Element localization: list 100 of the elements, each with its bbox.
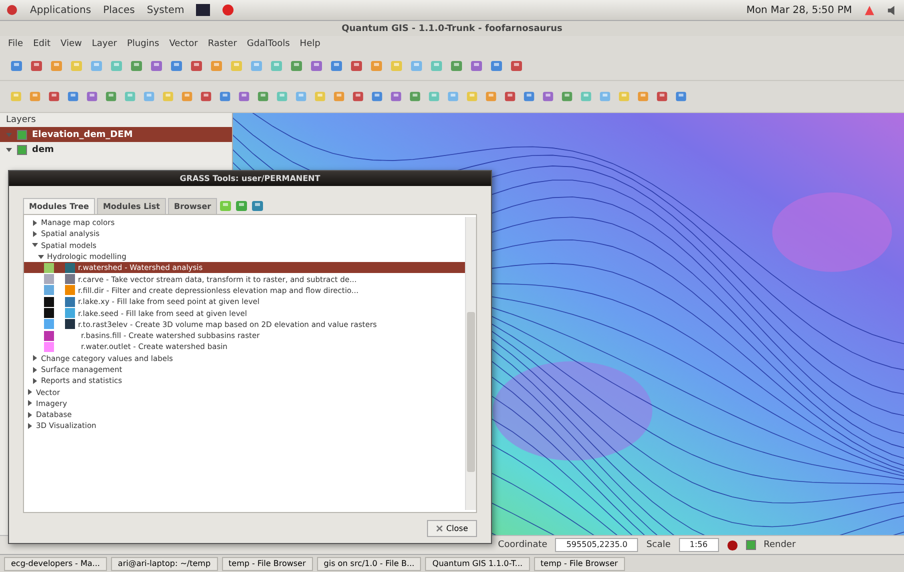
toolbar-icon[interactable] (130, 59, 144, 73)
panel-menu[interactable]: Places (103, 4, 135, 16)
taskbar-button[interactable]: temp - File Browser (534, 556, 625, 570)
toolbar-icon[interactable] (230, 59, 244, 73)
toolbar-icon[interactable] (29, 90, 42, 103)
toolbar-icon[interactable] (656, 90, 669, 103)
menu-item[interactable]: Help (300, 39, 320, 49)
toolbar-icon[interactable] (276, 90, 289, 103)
toolbar-icon[interactable] (48, 90, 61, 103)
toolbar-icon[interactable] (447, 90, 460, 103)
toolbar-icon[interactable] (124, 90, 137, 103)
toolbar-icon[interactable] (523, 90, 536, 103)
toolbar-icon[interactable] (200, 90, 213, 103)
toolbar-icon[interactable] (162, 90, 175, 103)
toolbar-icon[interactable] (190, 59, 204, 73)
toolbar-icon[interactable] (30, 59, 44, 73)
toolbar-icon[interactable] (410, 59, 424, 73)
toolbar-icon[interactable] (219, 90, 232, 103)
toolbar-icon[interactable] (485, 90, 498, 103)
toolbar-icon[interactable] (86, 90, 99, 103)
toolbar-icon[interactable] (390, 59, 404, 73)
toolbar-icon[interactable] (238, 90, 251, 103)
toolbar-icon[interactable] (90, 59, 104, 73)
tab[interactable]: Browser (168, 198, 218, 214)
toolbar-icon[interactable] (390, 90, 403, 103)
toolbar-icon[interactable] (235, 199, 250, 213)
toolbar-icon[interactable] (219, 199, 234, 213)
toolbar-icon[interactable] (409, 90, 422, 103)
layer-checkbox[interactable] (17, 144, 27, 154)
taskbar-button[interactable]: ecg-developers - Ma... (4, 556, 107, 570)
toolbar-icon[interactable] (370, 59, 384, 73)
toolbar-icon[interactable] (350, 59, 364, 73)
toolbar-icon[interactable] (314, 90, 327, 103)
warning-icon[interactable] (864, 4, 875, 16)
coordinate-field[interactable]: 595505,2235.0 (555, 538, 638, 552)
layer-row[interactable]: Elevation_dem_DEM (0, 127, 232, 142)
layer-checkbox[interactable] (17, 130, 27, 140)
toolbar-icon[interactable] (599, 90, 612, 103)
toolbar-icon[interactable] (510, 59, 524, 73)
toolbar-icon[interactable] (250, 59, 264, 73)
panel-menu[interactable]: Applications (30, 4, 92, 16)
toolbar-icon[interactable] (10, 90, 23, 103)
toolbar-icon[interactable] (105, 90, 118, 103)
toolbar-icon[interactable] (470, 59, 484, 73)
menu-item[interactable]: File (8, 39, 24, 49)
menu-item[interactable]: Raster (208, 39, 237, 49)
menu-item[interactable]: Plugins (126, 39, 160, 49)
toolbar-icon[interactable] (561, 90, 574, 103)
toolbar-icon[interactable] (450, 59, 464, 73)
menu-item[interactable]: GdalTools (246, 39, 290, 49)
taskbar-button[interactable]: temp - File Browser (222, 556, 313, 570)
taskbar-button[interactable]: Quantum GIS 1.1.0-T... (425, 556, 530, 570)
toolbar-icon[interactable] (67, 90, 80, 103)
toolbar-icon[interactable] (50, 59, 64, 73)
toolbar-icon[interactable] (430, 59, 444, 73)
toolbar-icon[interactable] (295, 90, 308, 103)
tab[interactable]: Modules List (96, 198, 166, 214)
scrollbar[interactable] (465, 217, 476, 510)
taskbar-button[interactable]: gis on src/1.0 - File B... (316, 556, 422, 570)
toolbar-icon[interactable] (310, 59, 324, 73)
toolbar-icon[interactable] (290, 59, 304, 73)
expanded-arrow-icon[interactable] (6, 146, 12, 152)
panel-menu[interactable]: System (146, 4, 184, 16)
menu-item[interactable]: Edit (33, 39, 50, 49)
toolbar-icon[interactable] (181, 90, 194, 103)
toolbar-icon[interactable] (150, 59, 164, 73)
toolbar-icon[interactable] (466, 90, 479, 103)
toolbar-icon[interactable] (251, 199, 266, 213)
taskbar-button[interactable]: ari@ari-laptop: ~/temp (110, 556, 218, 570)
toolbar-icon[interactable] (618, 90, 631, 103)
toolbar-icon[interactable] (504, 90, 517, 103)
stop-icon[interactable] (726, 540, 738, 550)
toolbar-icon[interactable] (637, 90, 650, 103)
toolbar-icon[interactable] (10, 59, 24, 73)
toolbar-icon[interactable] (333, 90, 346, 103)
toolbar-icon[interactable] (352, 90, 365, 103)
menu-item[interactable]: Layer (92, 39, 117, 49)
menu-item[interactable]: Vector (169, 39, 198, 49)
toolbar-icon[interactable] (70, 59, 84, 73)
terminal-icon[interactable] (196, 4, 210, 16)
clock[interactable]: Mon Mar 28, 5:50 PM (746, 4, 852, 16)
toolbar-icon[interactable] (542, 90, 555, 103)
menu-item[interactable]: View (60, 39, 82, 49)
close-button[interactable]: Close (427, 520, 477, 536)
layer-row[interactable]: dem (0, 142, 232, 157)
toolbar-icon[interactable] (490, 59, 504, 73)
toolbar-icon[interactable] (210, 59, 224, 73)
tab[interactable]: Modules Tree (23, 198, 95, 214)
toolbar-icon[interactable] (143, 90, 156, 103)
toolbar-icon[interactable] (110, 59, 124, 73)
render-checkbox[interactable] (746, 540, 756, 550)
toolbar-icon[interactable] (257, 90, 270, 103)
toolbar-icon[interactable] (330, 59, 344, 73)
scale-field[interactable]: 1:56 (678, 538, 719, 552)
toolbar-icon[interactable] (371, 90, 384, 103)
toolbar-icon[interactable] (270, 59, 284, 73)
toolbar-icon[interactable] (675, 90, 688, 103)
toolbar-icon[interactable] (580, 90, 593, 103)
toolbar-icon[interactable] (428, 90, 441, 103)
toolbar-icon[interactable] (170, 59, 184, 73)
